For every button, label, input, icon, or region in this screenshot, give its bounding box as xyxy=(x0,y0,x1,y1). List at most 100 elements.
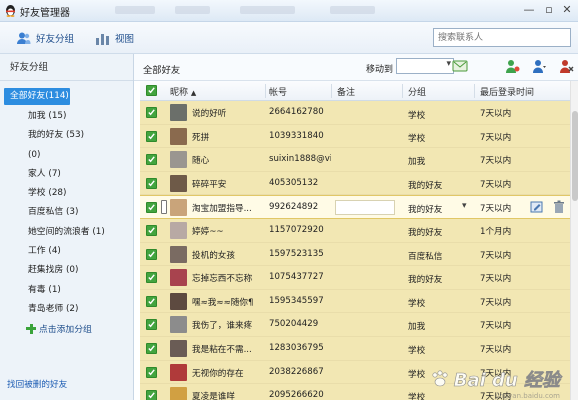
account-cell: 1075437727 xyxy=(269,272,324,283)
sidebar-group-item[interactable]: 有毒 (1) xyxy=(0,281,133,300)
add-friend-icon[interactable] xyxy=(504,58,520,74)
message-icon[interactable] xyxy=(452,58,468,74)
friend-groups-tab[interactable]: 好友分组 xyxy=(16,30,74,46)
friend-list-panel: 全部好友 移动到 昵称 ▲ 帐号 备注 xyxy=(134,54,578,400)
column-divider xyxy=(402,84,403,98)
column-note[interactable]: 备注 xyxy=(337,85,355,98)
sidebar-group-item[interactable]: 全部好友(114) xyxy=(4,88,70,105)
nickname-cell: 随心 xyxy=(192,156,210,167)
column-last-login[interactable]: 最后登录时间 xyxy=(480,85,534,98)
last-login-cell: 7天以内 xyxy=(480,345,512,355)
sort-ascending-icon: ▲ xyxy=(190,89,197,97)
avatar xyxy=(170,387,187,400)
check-icon xyxy=(148,87,155,94)
mobile-phone-icon xyxy=(161,200,167,215)
last-login-cell: 7天以内 xyxy=(480,132,512,143)
row-checkbox[interactable] xyxy=(146,202,157,214)
last-login-cell: 7天以内 xyxy=(480,250,512,261)
blurred-background-text xyxy=(240,6,295,14)
row-checkbox[interactable] xyxy=(146,366,157,378)
move-to-dropdown[interactable] xyxy=(396,58,454,74)
row-checkbox[interactable] xyxy=(146,390,157,400)
avatar xyxy=(170,104,187,121)
table-row[interactable]: 我伤了，谁来疼 750204429 加我 7天以内 xyxy=(140,313,578,337)
maximize-button[interactable]: ▫ xyxy=(540,2,558,17)
note-input[interactable] xyxy=(335,200,395,216)
account-cell: 1157072920 xyxy=(269,225,324,235)
list-title: 全部好友 xyxy=(143,65,181,76)
move-to-label: 移动到 xyxy=(366,65,394,75)
table-row[interactable]: 说的好听 2664162780 学校 7天以内 xyxy=(140,101,578,125)
sidebar-group-item[interactable]: 她空间的流浪者 (1) xyxy=(0,223,133,242)
bar-chart-icon xyxy=(96,33,109,45)
check-icon xyxy=(148,156,155,163)
remove-friend-icon[interactable] xyxy=(558,58,574,74)
column-divider xyxy=(331,84,332,98)
scrollbar-thumb[interactable] xyxy=(572,111,578,201)
minimize-button[interactable]: — xyxy=(520,2,538,17)
table-row[interactable]: 死拼 1039331840 学校 7天以内 xyxy=(140,124,578,149)
account-cell: 2095266620 xyxy=(269,390,324,400)
last-login-cell: 7天以内 xyxy=(480,204,512,215)
check-icon xyxy=(148,132,155,139)
sidebar-group-item[interactable]: 百度私信 (3) xyxy=(0,203,133,222)
sidebar-group-item[interactable]: 加我 (15) xyxy=(0,107,133,126)
toolbar: 好友分组 视图 xyxy=(0,22,578,54)
group-cell: 学校 xyxy=(408,111,426,121)
group-dropdown-arrow-icon[interactable]: ▾ xyxy=(462,201,467,211)
add-group-button[interactable]: 点击添加分组 xyxy=(0,319,133,338)
check-icon xyxy=(148,368,155,375)
column-group[interactable]: 分组 xyxy=(408,85,426,98)
edit-icon[interactable] xyxy=(530,200,544,214)
trash-icon[interactable] xyxy=(552,200,566,214)
close-button[interactable]: ✕ xyxy=(558,2,576,17)
view-tab[interactable]: 视图 xyxy=(95,30,134,46)
sidebar-group-item[interactable]: 学校 (28) xyxy=(0,184,133,203)
group-cell: 学校 xyxy=(408,346,426,356)
title-bar: 好友管理器 — ▫ ✕ xyxy=(0,0,578,22)
column-nickname[interactable]: 昵称 ▲ xyxy=(170,85,196,98)
row-checkbox[interactable] xyxy=(146,319,157,331)
row-checkbox[interactable] xyxy=(146,107,157,118)
select-all-checkbox[interactable] xyxy=(146,85,157,96)
avatar xyxy=(170,269,187,287)
sidebar-group-item[interactable]: 赶集找房 (0) xyxy=(0,261,133,280)
group-cell: 学校 xyxy=(408,298,426,309)
recover-deleted-friends-link[interactable]: 找回被删的好友 xyxy=(7,378,67,390)
column-account[interactable]: 帐号 xyxy=(269,85,287,98)
sidebar-group-item[interactable]: 家人 (7) xyxy=(0,165,133,184)
table-row[interactable]: 忘掉忘西不忘称 1075437727 我的好友 7天以内 xyxy=(140,266,578,290)
row-checkbox[interactable] xyxy=(146,130,157,142)
sidebar-group-item[interactable]: 工作 (4) xyxy=(0,242,133,261)
table-row[interactable]: 投机的女孩 1597523135 百度私信 7天以内 xyxy=(140,242,578,267)
table-row[interactable]: 淘宝加盟指导... 992624892 我的好友 ▾ 7天以内 xyxy=(140,195,578,219)
row-checkbox[interactable] xyxy=(146,177,157,189)
list-header-bar: 全部好友 移动到 xyxy=(134,54,578,81)
plus-icon xyxy=(26,323,36,334)
group-cell: 我的好友 xyxy=(408,180,443,191)
table-row[interactable]: 嘿≈我≈≈随你¶ 1595345597 学校 7天以内 xyxy=(140,289,578,314)
table-row[interactable]: 随心 suixin1888@vip... 加我 7天以内 xyxy=(140,148,578,172)
row-checkbox[interactable] xyxy=(146,295,157,307)
contact-settings-icon[interactable] xyxy=(531,58,547,74)
last-login-cell: 7天以内 xyxy=(480,179,512,190)
row-checkbox[interactable] xyxy=(146,154,157,166)
sidebar-group-item[interactable]: 我的好友 (53) xyxy=(0,126,133,145)
row-checkbox[interactable] xyxy=(146,272,157,284)
group-cell: 我的好友 xyxy=(408,275,443,286)
watermark-url: jingyan.baidu.com xyxy=(495,392,560,400)
group-cell: 学校 xyxy=(408,393,426,400)
table-row[interactable]: 婷婷~~ 1157072920 我的好友 1个月内 xyxy=(140,219,578,243)
search-input[interactable] xyxy=(433,28,571,47)
blurred-background-text xyxy=(115,6,155,14)
table-row[interactable]: 碎碎平安 405305132 我的好友 7天以内 xyxy=(140,171,578,196)
row-checkbox[interactable] xyxy=(146,343,157,354)
vertical-scrollbar[interactable] xyxy=(570,81,578,400)
table-row[interactable]: 我是粘在不需... 1283036795 学校 7天以内 xyxy=(140,337,578,361)
sidebar-group-item[interactable]: (0) xyxy=(0,146,133,165)
row-checkbox[interactable] xyxy=(146,225,157,236)
sidebar-group-item[interactable]: 青岛老师 (2) xyxy=(0,300,133,319)
avatar xyxy=(170,292,187,310)
row-checkbox[interactable] xyxy=(146,248,157,260)
table-header: 昵称 ▲ 帐号 备注 分组 最后登录时间 xyxy=(140,81,578,101)
